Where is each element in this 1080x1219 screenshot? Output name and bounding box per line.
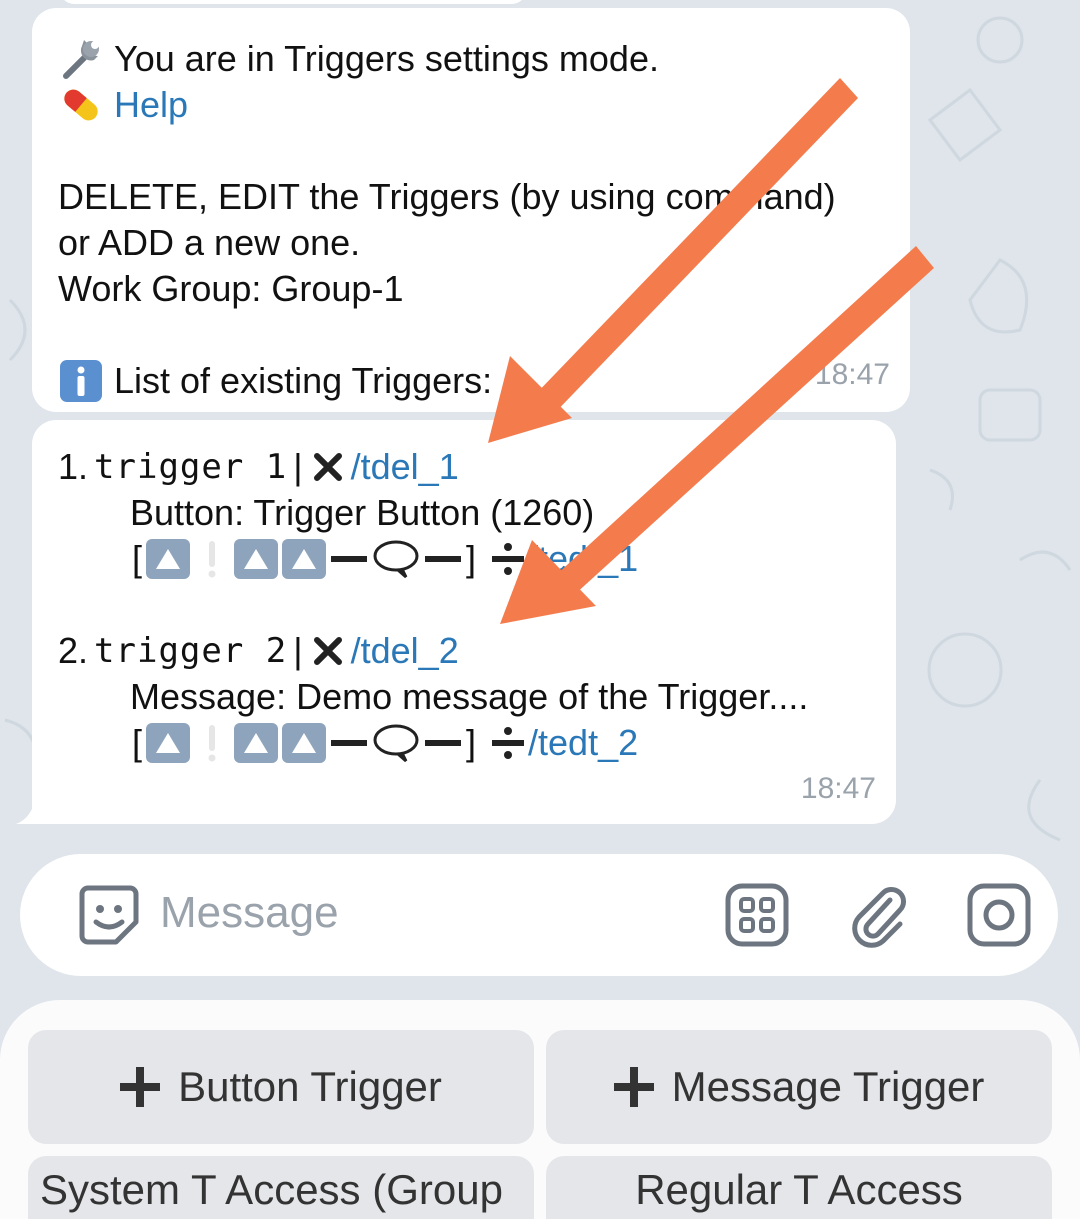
trigger-number: 1. <box>58 446 89 487</box>
dash-icon <box>331 740 368 746</box>
sticker-icon[interactable] <box>76 882 142 948</box>
message-time: 18:47 <box>800 772 876 805</box>
dash-icon <box>425 556 462 562</box>
help-link[interactable]: Help <box>114 82 188 128</box>
instructions-text: DELETE, EDIT the Triggers (by using comm… <box>58 176 836 217</box>
message-bubble-trigger-list[interactable]: 1. trigger 1 | /tdel_1 Button: Trigger B… <box>32 420 896 824</box>
edit-command-link[interactable]: /tedt_2 <box>528 720 638 766</box>
dash-icon <box>331 556 368 562</box>
keyboard-button-label: System T Access (Group <box>40 1166 503 1213</box>
up-arrow-icon <box>282 539 327 579</box>
delete-x-icon <box>313 637 342 665</box>
plus-icon <box>613 1067 654 1107</box>
exclamation-icon <box>208 541 216 578</box>
previous-message-edge <box>60 0 526 4</box>
system-access-button[interactable]: System T Access (Group <box>28 1156 534 1219</box>
keyboard-button-label: Button Trigger <box>178 1063 442 1110</box>
add-message-trigger-button[interactable]: Message Trigger <box>546 1030 1052 1144</box>
camera-icon[interactable] <box>966 882 1032 948</box>
trigger-item: 1. trigger 1 | /tdel_1 <box>58 444 870 490</box>
bracket-close: ] <box>466 722 477 763</box>
up-arrow-icon <box>282 723 327 763</box>
info-icon <box>58 358 104 404</box>
bracket-open: [ <box>132 722 143 763</box>
exclamation-icon <box>208 725 216 762</box>
dash-icon <box>425 740 462 746</box>
trigger-detail: Message: Demo message of the Trigger.... <box>130 676 809 717</box>
up-arrow-icon <box>234 539 279 579</box>
bracket-close: ] <box>466 538 477 579</box>
speech-bubble-icon <box>373 540 419 579</box>
paperclip-icon[interactable] <box>846 882 912 948</box>
pill-icon <box>58 82 104 128</box>
trigger-number: 2. <box>58 630 89 671</box>
add-button-trigger-button[interactable]: Button Trigger <box>28 1030 534 1144</box>
trigger-name: trigger 1 <box>94 447 288 487</box>
bubble-tail <box>16 796 54 824</box>
trigger-name: trigger 2 <box>94 631 288 671</box>
delete-x-icon <box>313 453 342 481</box>
bracket-open: [ <box>132 538 143 579</box>
separator: | <box>293 630 303 671</box>
instructions-text-2: or ADD a new one. <box>58 222 361 263</box>
work-group-text: Work Group: Group-1 <box>58 268 404 309</box>
up-arrow-icon <box>146 539 191 579</box>
keyboard-button-label: Regular T Access <box>635 1166 963 1213</box>
trigger-list-heading: List of existing Triggers: <box>114 360 493 401</box>
speech-bubble-icon <box>373 724 419 763</box>
divide-icon <box>492 543 525 575</box>
separator: | <box>293 446 303 487</box>
trigger-item: 2. trigger 2 | /tdel_2 <box>58 628 870 674</box>
regular-access-button[interactable]: Regular T Access <box>546 1156 1052 1219</box>
delete-command-link[interactable]: /tdel_1 <box>351 444 459 490</box>
delete-command-link[interactable]: /tdel_2 <box>351 628 459 674</box>
message-time: 18:47 <box>814 358 890 391</box>
message-composer: Message <box>20 854 1058 976</box>
apps-icon[interactable] <box>724 882 790 948</box>
message-bubble-settings[interactable]: You are in Triggers settings mode. Help … <box>32 8 910 412</box>
up-arrow-icon <box>146 723 191 763</box>
wrench-icon <box>58 36 104 82</box>
keyboard-button-label: Message Trigger <box>671 1063 985 1110</box>
divide-icon <box>492 727 525 759</box>
edit-command-link[interactable]: /tedt_1 <box>528 536 638 582</box>
plus-icon <box>120 1067 161 1107</box>
message-input[interactable]: Message <box>160 888 339 938</box>
settings-mode-text: You are in Triggers settings mode. <box>114 38 659 79</box>
trigger-detail: Button: Trigger Button (1260) <box>130 492 595 533</box>
up-arrow-icon <box>234 723 279 763</box>
